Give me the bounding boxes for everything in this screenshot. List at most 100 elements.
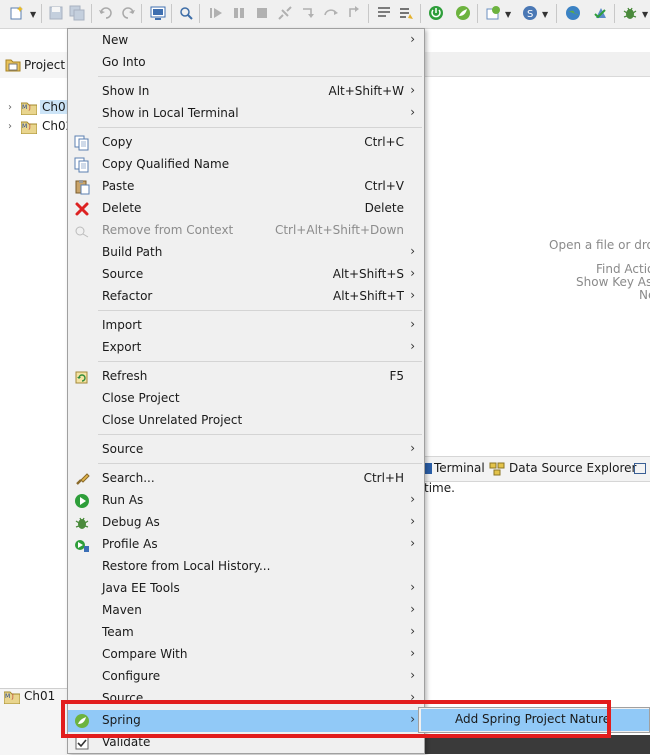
menu-item-label: New (102, 33, 129, 47)
menu-item-label: Source (102, 442, 144, 456)
expand-arrow-icon[interactable]: › (8, 121, 12, 132)
menu-item-run-as[interactable]: Run As › (68, 490, 424, 512)
console-tab-bar: Terminal Data Source Explorer (418, 456, 650, 482)
menu-item-close-project[interactable]: Close Project (68, 388, 424, 410)
menu-item-restore-from-local-history[interactable]: Restore from Local History... (68, 556, 424, 578)
menu-item-label: Compare With (102, 647, 188, 661)
menu-item-search[interactable]: Search... Ctrl+H (68, 468, 424, 490)
suspend-icon[interactable] (231, 5, 247, 21)
menu-item-label: Copy (102, 135, 133, 149)
outline-status-area: MJ Ch01 (0, 688, 67, 755)
svg-text:M: M (22, 104, 27, 111)
menu-item-copy[interactable]: Copy Ctrl+C (68, 132, 424, 154)
menu-item-configure[interactable]: Configure › (68, 666, 424, 688)
step-over-icon[interactable] (323, 5, 339, 21)
menu-item-import[interactable]: Import › (68, 315, 424, 337)
menu-item-team[interactable]: Team › (68, 622, 424, 644)
selected-project-label: Ch01 (24, 689, 56, 703)
menu-item-shortcut: Delete (364, 201, 404, 215)
project-item-ch02[interactable]: › MJ Ch02 (4, 118, 73, 136)
menu-item-refactor[interactable]: Refactor Alt+Shift+T › (68, 286, 424, 308)
editor-find-actions-hint: Find Actio (596, 262, 650, 276)
menu-item-remove-from-context[interactable]: Remove from Context Ctrl+Alt+Shift+Down (68, 220, 424, 242)
new-bean-icon[interactable]: S (522, 5, 538, 21)
resume-icon[interactable] (208, 5, 224, 21)
save-all-icon[interactable] (69, 5, 85, 21)
menu-separator (98, 463, 422, 464)
save-icon[interactable] (48, 5, 64, 21)
disconnect-icon[interactable] (277, 5, 293, 21)
menu-item-source[interactable]: Source Alt+Shift+S › (68, 264, 424, 286)
debug-search-icon[interactable] (178, 5, 194, 21)
menu-item-new[interactable]: New › (68, 30, 424, 52)
menu-item-maven[interactable]: Maven › (68, 600, 424, 622)
new-dropdown-icon[interactable]: ▼ (30, 10, 38, 19)
maven-project-icon: MJ (20, 119, 38, 135)
menu-separator (98, 361, 422, 362)
menu-item-debug-as[interactable]: Debug As › (68, 512, 424, 534)
menu-item-compare-with[interactable]: Compare With › (68, 644, 424, 666)
menu-item-export[interactable]: Export › (68, 337, 424, 359)
menu-item-go-into[interactable]: Go Into (68, 52, 424, 74)
menu-item-paste[interactable]: Paste Ctrl+V (68, 176, 424, 198)
expand-arrow-icon[interactable]: › (8, 102, 12, 113)
use-step-filters-icon[interactable] (376, 5, 392, 21)
menu-item-source-2[interactable]: Source › (68, 439, 424, 461)
menu-item-delete[interactable]: Delete Delete (68, 198, 424, 220)
menu-item-refresh[interactable]: Refresh F5 (68, 366, 424, 388)
debug-dropdown-icon[interactable]: ▼ (642, 10, 650, 19)
menu-item-show-in-local-terminal[interactable]: Show in Local Terminal › (68, 103, 424, 125)
context-menu: New › Go Into Show In Alt+Shift+W › Show… (67, 28, 425, 754)
tab-terminal[interactable]: Terminal (434, 461, 485, 475)
spring-boot-icon[interactable] (455, 5, 471, 21)
editor-show-key-assist-hint: Show Key Ass (576, 275, 650, 289)
copy-qualified-name-icon (74, 157, 90, 173)
menu-item-label: Copy Qualified Name (102, 157, 230, 171)
web-browser-icon[interactable] (565, 5, 581, 21)
new-spring-starter-icon[interactable] (485, 5, 501, 21)
submenu-arrow-icon: › (410, 244, 415, 258)
menu-item-close-unrelated-project[interactable]: Close Unrelated Project (68, 410, 424, 432)
submenu-arrow-icon: › (410, 83, 415, 97)
menu-item-copy-qualified-name[interactable]: Copy Qualified Name (68, 154, 424, 176)
debug-config-icon[interactable] (622, 5, 638, 21)
spring-starter-dropdown-icon[interactable]: ▼ (505, 10, 513, 19)
menu-item-label: Remove from Context (102, 223, 234, 237)
submenu-arrow-icon: › (410, 266, 415, 280)
step-into-icon[interactable] (300, 5, 316, 21)
menu-item-label: Restore from Local History... (102, 559, 271, 573)
svg-text:S: S (527, 9, 533, 20)
search-icon (74, 471, 90, 487)
undo-icon[interactable] (98, 5, 114, 21)
editor-new-hint: Ne (639, 288, 650, 302)
snippets-icon[interactable] (634, 463, 646, 474)
menu-item-show-in[interactable]: Show In Alt+Shift+W › (68, 81, 424, 103)
menu-item-label: Source (102, 267, 144, 281)
console-output-text: time. (424, 481, 455, 495)
data-source-explorer-icon (489, 462, 505, 476)
bean-dropdown-icon[interactable]: ▼ (542, 10, 550, 19)
menu-item-shortcut: Ctrl+H (363, 471, 404, 485)
drop-to-frame-icon[interactable] (398, 5, 414, 21)
menu-item-build-path[interactable]: Build Path › (68, 242, 424, 264)
open-task-icon[interactable] (593, 5, 609, 21)
annotation-highlight-box (61, 700, 611, 738)
menu-separator (98, 76, 422, 77)
menu-item-label: Close Project (102, 391, 180, 405)
menu-item-java-ee-tools[interactable]: Java EE Tools › (68, 578, 424, 600)
tab-data-source-explorer[interactable]: Data Source Explorer (509, 461, 636, 475)
project-explorer-tab-label: Project (24, 58, 66, 72)
submenu-arrow-icon: › (410, 105, 415, 119)
step-return-icon[interactable] (346, 5, 362, 21)
menu-item-label: Search... (102, 471, 155, 485)
menu-item-profile-as[interactable]: Profile As › (68, 534, 424, 556)
project-explorer-tab[interactable]: Project (0, 52, 68, 79)
run-server-icon[interactable] (428, 5, 444, 21)
menu-item-label: Profile As (102, 537, 158, 551)
project-item-ch01[interactable]: › MJ Ch01 (4, 99, 76, 117)
submenu-arrow-icon: › (410, 317, 415, 331)
new-wizard-icon[interactable] (9, 5, 25, 21)
redo-icon[interactable] (120, 5, 136, 21)
open-perspective-icon[interactable] (150, 5, 166, 21)
terminate-icon[interactable] (254, 5, 270, 21)
